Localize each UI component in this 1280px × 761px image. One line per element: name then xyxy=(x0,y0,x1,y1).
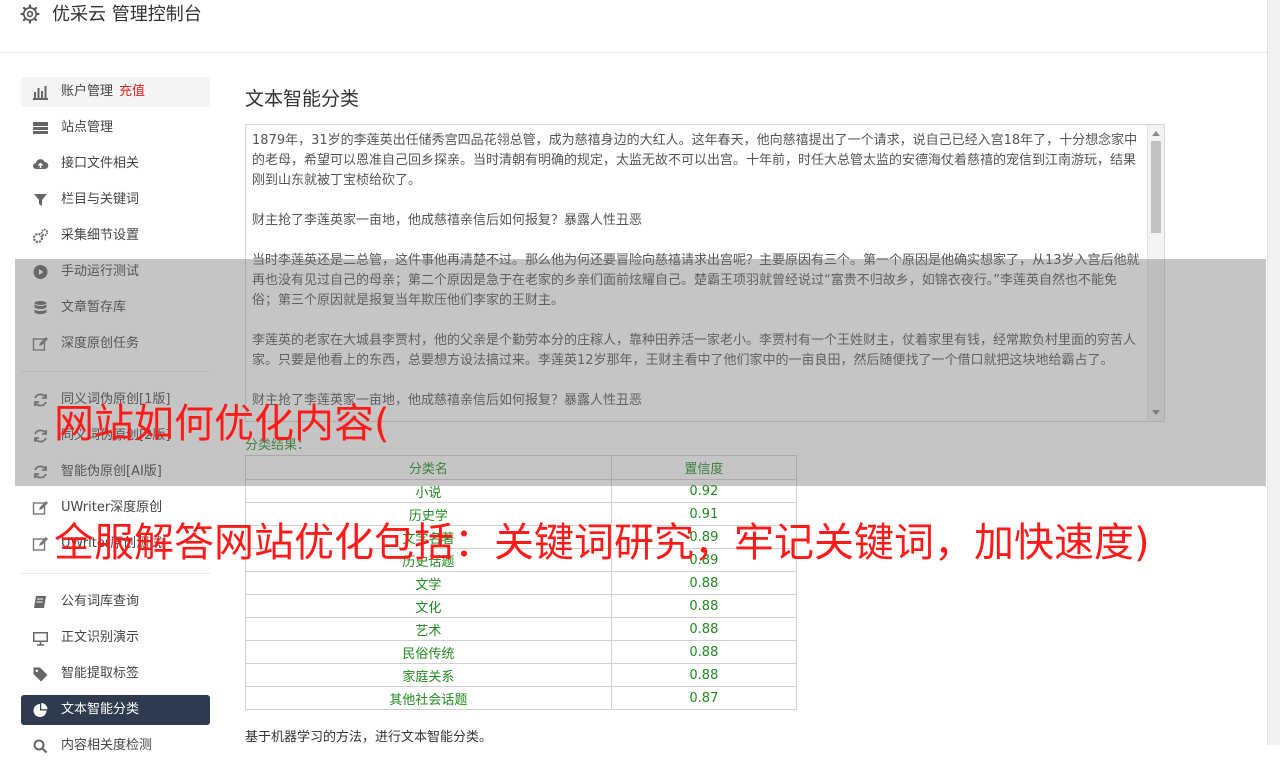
sidebar-item-collection-settings[interactable]: 采集细节设置 xyxy=(21,221,210,251)
overlay-title-line1: 网站如何优化内容( xyxy=(54,401,390,447)
category-cell: 其他社会话题 xyxy=(245,686,612,710)
sidebar-item-interface-files[interactable]: 接口文件相关 xyxy=(21,149,210,179)
pie-chart-icon xyxy=(33,703,48,717)
category-cell: 艺术 xyxy=(245,617,612,641)
table-row: 其他社会话题 0.87 xyxy=(245,686,798,710)
page-title: 文本智能分类 xyxy=(245,88,360,110)
edit-icon xyxy=(32,537,48,551)
confidence-cell: 0.88 xyxy=(610,571,798,595)
table-row: 艺术 0.88 xyxy=(245,617,798,641)
top-bar: 优采云 管理控制台 xyxy=(0,0,1268,53)
app-title: 优采云 管理控制台 xyxy=(52,4,202,25)
edit-icon xyxy=(32,501,48,515)
cloud-upload-icon xyxy=(33,159,49,169)
classification-table: 分类名 置信度 小说 0.92 历史学 0.91 文学名著 0.89 历史话题 0.89… xyxy=(245,455,798,710)
confidence-cell: 0.87 xyxy=(610,686,798,710)
scroll-up-arrow-icon[interactable] xyxy=(1152,131,1160,136)
sidebar-item-public-lexicon[interactable]: 公有词库查询 xyxy=(21,587,210,617)
sidebar-item-label: 内容相关度检测 xyxy=(61,738,153,753)
monitor-icon xyxy=(33,632,48,646)
sidebar-divider xyxy=(21,573,210,574)
scroll-thumb[interactable] xyxy=(1151,141,1161,233)
sidebar-item-label: 接口文件相关 xyxy=(61,156,140,171)
book-icon xyxy=(34,596,46,608)
sidebar-item-text-classification[interactable]: 文本智能分类 xyxy=(21,695,210,725)
sidebar-item-sites[interactable]: 站点管理 xyxy=(21,113,210,143)
page-scrollbar[interactable] xyxy=(1267,0,1280,745)
category-cell: 文化 xyxy=(245,594,612,618)
sidebar-item-label: 正文识别演示 xyxy=(61,630,140,645)
text-paragraph: 财主抢了李莲英家一亩地，他成慈禧亲信后如何报复？暴露人性丑恶 xyxy=(252,213,643,228)
recharge-link[interactable]: 充值 xyxy=(119,84,145,99)
overlay-title-line2: 全服解答网站优化包括：关键词研究，牢记关键词，加快速度) xyxy=(54,520,1150,566)
tag-icon xyxy=(33,667,48,682)
category-cell: 民俗传统 xyxy=(245,640,612,664)
gear-icon xyxy=(20,4,40,24)
category-cell: 家庭关系 xyxy=(245,663,612,687)
sidebar-item-label: 站点管理 xyxy=(61,120,114,135)
table-row: 民俗传统 0.88 xyxy=(245,640,798,664)
sidebar-item-account[interactable]: 账户管理 充值 xyxy=(21,77,210,107)
server-icon xyxy=(33,122,48,134)
table-row: 家庭关系 0.88 xyxy=(245,663,798,687)
sidebar-item-label: 公有词库查询 xyxy=(61,594,140,609)
sidebar-item-text-recognition[interactable]: 正文识别演示 xyxy=(21,623,210,653)
text-paragraph: 1879年，31岁的李莲英出任储秀宫四品花翎总管，成为慈禧身边的大红人。这年春天… xyxy=(252,133,1138,188)
confidence-cell: 0.88 xyxy=(610,640,798,664)
confidence-cell: 0.88 xyxy=(610,663,798,687)
sidebar-item-label: 文本智能分类 xyxy=(61,702,140,717)
table-row: 文化 0.88 xyxy=(245,594,798,618)
overlay-band xyxy=(15,259,1266,486)
sidebar-item-label: 账户管理 xyxy=(61,84,114,99)
gears-icon xyxy=(32,228,49,244)
sidebar-item-label: 采集细节设置 xyxy=(61,228,140,243)
bar-chart-icon xyxy=(33,86,48,100)
confidence-cell: 0.88 xyxy=(610,617,798,641)
search-icon xyxy=(33,739,48,754)
category-cell: 文学 xyxy=(245,571,612,595)
sidebar-item-label: 栏目与关键词 xyxy=(61,192,140,207)
sidebar-item-relevance-check[interactable]: 内容相关度检测 xyxy=(21,731,210,761)
filter-icon xyxy=(34,194,47,206)
footnote: 基于机器学习的方法，进行文本智能分类。 xyxy=(245,730,493,745)
sidebar-item-extract-tags[interactable]: 智能提取标签 xyxy=(21,659,210,689)
sidebar-item-columns-keywords[interactable]: 栏目与关键词 xyxy=(21,185,210,215)
confidence-cell: 0.88 xyxy=(610,594,798,618)
table-row: 文学 0.88 xyxy=(245,571,798,595)
sidebar-item-label: 智能提取标签 xyxy=(61,666,140,681)
